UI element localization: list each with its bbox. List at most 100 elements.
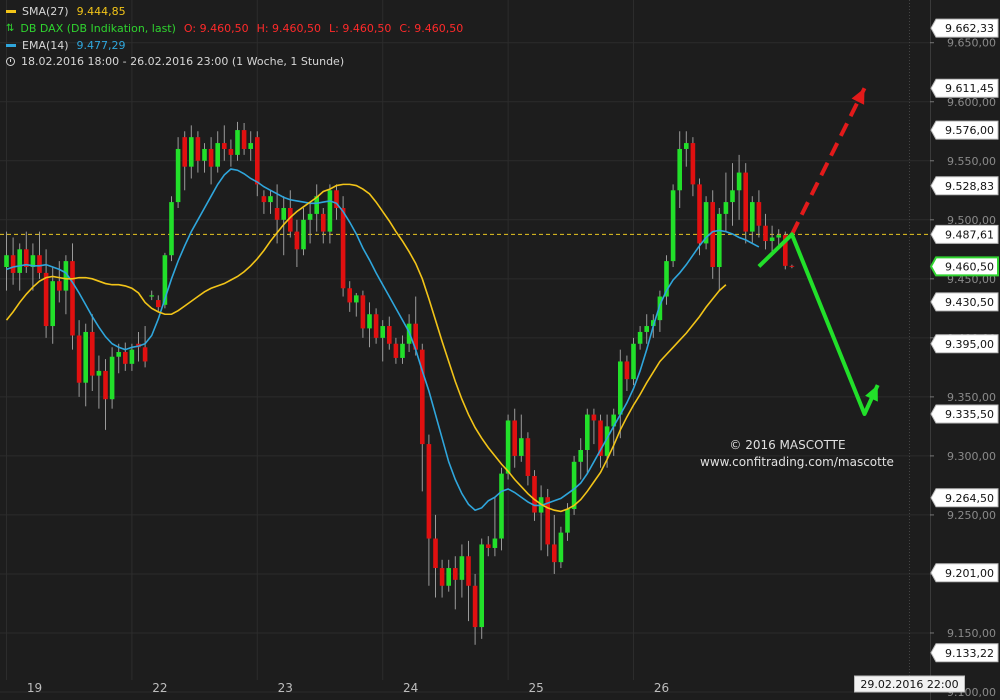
x-tick-label: 19 xyxy=(27,681,42,695)
candle-body xyxy=(499,473,504,539)
candle-body xyxy=(769,237,775,242)
candle-body xyxy=(789,265,795,267)
candle-body xyxy=(591,414,597,421)
candle-body xyxy=(268,196,273,203)
candle-body xyxy=(756,202,762,226)
range-text: 18.02.2016 18:00 - 26.02.2016 23:00 (1 W… xyxy=(21,55,345,68)
candle-body xyxy=(109,356,115,400)
candle-body xyxy=(400,343,405,358)
price-marker-label: 9.528,83 xyxy=(945,180,994,193)
candle-body xyxy=(142,347,148,362)
ema-value: 9.477,29 xyxy=(76,39,126,52)
price-low: L: 9.460,50 xyxy=(329,22,392,35)
candle-body xyxy=(644,326,649,332)
candle-body xyxy=(327,190,333,232)
candle-body xyxy=(387,326,392,344)
candle-body xyxy=(215,143,220,167)
candle-body xyxy=(730,190,735,203)
candle-body xyxy=(321,213,326,232)
candle-body xyxy=(17,249,22,273)
candle-body xyxy=(202,148,207,161)
price-chart[interactable]: 9.100,009.150,009.200,009.250,009.300,00… xyxy=(0,0,1000,700)
candle-body xyxy=(281,207,286,220)
candle-body xyxy=(459,556,465,580)
candle-body xyxy=(446,568,451,586)
candle-body xyxy=(486,544,491,548)
candle-body xyxy=(189,137,194,167)
sma-label: SMA(27) xyxy=(22,5,69,18)
candle-body xyxy=(228,148,234,155)
price-marker-label: 9.611,45 xyxy=(945,82,994,95)
y-tick-label: 9.350,00 xyxy=(947,391,996,404)
y-tick-label: 9.650,00 xyxy=(947,37,996,50)
candle-body xyxy=(690,143,696,185)
candle-body xyxy=(182,137,187,167)
candle-body xyxy=(763,225,768,242)
price-marker-label: 9.576,00 xyxy=(945,124,994,137)
candle-body xyxy=(736,172,742,191)
price-marker-label: 9.662,33 xyxy=(945,22,994,35)
candle-body xyxy=(261,196,267,203)
candle-body xyxy=(677,148,682,191)
candle-body xyxy=(195,137,201,161)
y-tick-label: 9.250,00 xyxy=(947,509,996,522)
candle-body xyxy=(241,130,247,149)
candle-body xyxy=(10,255,16,273)
candle-body xyxy=(453,568,458,580)
candle-body xyxy=(367,314,372,329)
candle-body xyxy=(83,331,88,383)
candle-body xyxy=(255,137,260,185)
price-marker: 9.264,50 xyxy=(930,488,999,508)
legend-ema: EMA(14) 9.477,29 xyxy=(6,39,134,52)
candle-body xyxy=(57,281,62,291)
legend-sma: SMA(27) 9.444,85 xyxy=(6,5,134,18)
candle-body xyxy=(103,370,108,400)
x-tick-label: 25 xyxy=(528,681,543,695)
candle-body xyxy=(123,352,128,364)
x-tick-label: 23 xyxy=(278,681,293,695)
candle-body xyxy=(340,207,346,289)
candle-body xyxy=(149,295,154,297)
legend-price: ⇅ DB DAX (DB Indikation, last) O: 9.460,… xyxy=(6,22,471,35)
candle-body xyxy=(624,361,630,380)
candle-body xyxy=(717,213,722,268)
ema-label: EMA(14) xyxy=(22,39,69,52)
price-marker: 9.611,45 xyxy=(930,78,999,98)
price-marker-label: 9.460,50 xyxy=(945,260,994,273)
candle-body xyxy=(578,449,583,462)
candle-body xyxy=(492,538,498,548)
watermark-copyright: © 2016 MASCOTTE xyxy=(729,438,846,452)
candle-body xyxy=(479,544,484,628)
candle-body xyxy=(631,343,636,380)
price-marker-label: 9.335,50 xyxy=(945,408,994,421)
candle-body xyxy=(4,255,9,268)
candle-body xyxy=(585,414,590,450)
current-price-marker: 9.460,50 xyxy=(929,256,999,277)
candle-body xyxy=(294,231,300,250)
price-marker: 9.576,00 xyxy=(930,120,999,140)
candle-body xyxy=(129,349,135,364)
candle-body xyxy=(50,281,55,327)
candle-body xyxy=(532,475,537,513)
clock-icon xyxy=(6,57,15,66)
candle-body xyxy=(525,438,531,476)
candle-body xyxy=(169,202,174,256)
price-marker: 9.395,00 xyxy=(930,334,999,354)
x-tick-label: 22 xyxy=(152,681,167,695)
candle-body xyxy=(274,207,280,220)
candle-body xyxy=(208,148,214,167)
price-marker-label: 9.430,50 xyxy=(945,296,994,309)
price-marker: 9.430,50 xyxy=(930,292,999,312)
projection-bullish-arrowhead xyxy=(851,88,865,105)
sma-value: 9.444,85 xyxy=(76,5,126,18)
candle-body xyxy=(354,295,359,303)
y-tick-label: 9.550,00 xyxy=(947,155,996,168)
candle-body xyxy=(222,143,227,149)
candle-body xyxy=(505,420,511,474)
candle-body xyxy=(380,326,385,338)
price-marker-label: 9.395,00 xyxy=(945,338,994,351)
candle-body xyxy=(347,288,352,303)
chart-container: 9.100,009.150,009.200,009.250,009.300,00… xyxy=(0,0,1000,700)
x-tick-label: 26 xyxy=(654,681,669,695)
price-close: C: 9.460,50 xyxy=(399,22,464,35)
